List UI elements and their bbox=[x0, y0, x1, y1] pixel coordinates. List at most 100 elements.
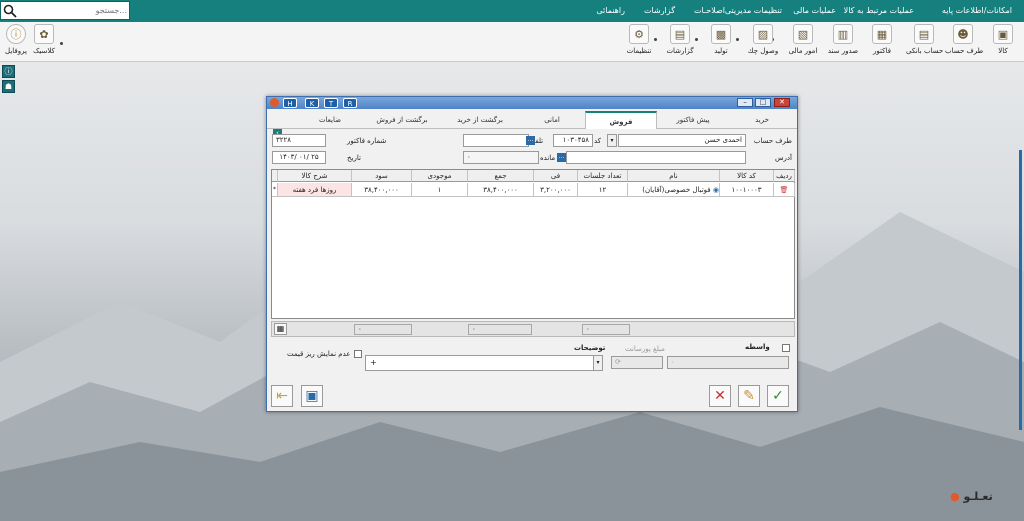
items-grid: ردیف کد کالا نام تعداد جلسات فی جمع موجو… bbox=[271, 169, 795, 319]
menu-management[interactable]: تنظیمات مدیریتی bbox=[725, 6, 782, 15]
intermediary-label: واسطه bbox=[745, 343, 770, 351]
account-dropdown-icon[interactable]: ▾ bbox=[607, 134, 617, 147]
invoice-number-label: شماره فاکتور bbox=[347, 137, 387, 145]
edit-icon[interactable]: ✎ bbox=[738, 385, 760, 407]
dropdown-dot[interactable] bbox=[60, 42, 63, 45]
tab-sales-return[interactable]: برگشت از فروش bbox=[363, 111, 441, 129]
tab-consignment[interactable]: امانی bbox=[519, 111, 585, 129]
invoice-number-field[interactable]: ۳۲۲۸ bbox=[272, 134, 326, 147]
cell-price[interactable]: ۳,۲۰۰,۰۰۰ bbox=[534, 183, 578, 197]
tab-sales[interactable]: فروش bbox=[585, 111, 657, 129]
toolbar-account[interactable]: ☻ طرف حساب bbox=[945, 24, 983, 55]
invoice-window: H K T R – □ ✕ ‹ خرید پیش فاکتور فروش اما… bbox=[266, 96, 798, 412]
col-stock[interactable]: موجودی bbox=[412, 170, 468, 182]
maximize-icon[interactable]: □ bbox=[755, 98, 771, 107]
info-side-icon[interactable]: ⓘ bbox=[2, 65, 15, 78]
toolbar-goods[interactable]: ▣ کالا bbox=[985, 24, 1021, 55]
col-price[interactable]: فی bbox=[534, 170, 578, 182]
toolbar-invoice[interactable]: ▦ فاکتور bbox=[864, 24, 900, 55]
exit-icon[interactable]: ⇤ bbox=[271, 385, 293, 407]
toolbar-settings[interactable]: ⚙ تنظیمات bbox=[621, 24, 657, 55]
menu-corrections[interactable]: اصلاحـات bbox=[694, 6, 725, 15]
right-scrollbar[interactable] bbox=[1019, 150, 1022, 430]
col-name[interactable]: نام bbox=[628, 170, 720, 182]
hide-price-label: عدم نمایش ریز قیمت bbox=[287, 350, 351, 358]
hotkey-t[interactable]: T bbox=[324, 98, 338, 108]
toolbar-reports[interactable]: ▤ گزارشات bbox=[662, 24, 698, 55]
cancel-button[interactable]: ✕ bbox=[709, 385, 731, 407]
search-input[interactable] bbox=[21, 3, 127, 18]
hotkey-k[interactable]: K bbox=[305, 98, 319, 108]
hotkey-r[interactable]: R bbox=[343, 98, 357, 108]
minimize-icon[interactable]: – bbox=[737, 98, 753, 107]
document-icon: ▥ bbox=[833, 24, 853, 44]
tab-proforma[interactable]: پیش فاکتور bbox=[657, 111, 729, 129]
toolbar-financial[interactable]: ▧ امور مالی bbox=[785, 24, 821, 55]
balance-label: مانده bbox=[540, 154, 556, 162]
cell-sessions[interactable]: ۱۲ bbox=[578, 183, 628, 197]
delete-row-icon[interactable]: 🗑 bbox=[774, 183, 795, 197]
phone-lookup-icon[interactable]: … bbox=[526, 136, 535, 145]
menu-base-info[interactable]: امکانات/اطلاعات پایه bbox=[942, 6, 1012, 15]
cell-description[interactable]: روزها فرد هفته bbox=[278, 183, 352, 197]
code-field[interactable]: ۱۰۳۰۴۵۸ bbox=[553, 134, 593, 147]
logo-mark-icon: ● bbox=[950, 490, 960, 503]
info-icon: ⓘ bbox=[6, 24, 26, 44]
grid-settings-icon[interactable]: ▦ bbox=[274, 323, 287, 335]
tab-purchase[interactable]: خرید bbox=[729, 111, 795, 129]
search-box[interactable] bbox=[0, 1, 130, 20]
col-sessions[interactable]: تعداد جلسات bbox=[578, 170, 628, 182]
cell-code[interactable]: ۱۰۰۱۰۰۰۳ bbox=[720, 183, 774, 197]
balance-field: ۰ bbox=[463, 151, 539, 164]
commission-label: مبلغ پورسانت bbox=[625, 345, 665, 353]
cell-stock[interactable]: ۱ bbox=[412, 183, 468, 197]
menu-financial[interactable]: عملیات مالی bbox=[793, 6, 836, 15]
confirm-button[interactable]: ✓ bbox=[767, 385, 789, 407]
total-profit: ۰ bbox=[354, 324, 412, 335]
tab-purchase-return[interactable]: برگشت از خرید bbox=[441, 111, 519, 129]
col-total[interactable]: جمع bbox=[468, 170, 534, 182]
cell-profit[interactable]: ۳۸,۴۰۰,۰۰۰ bbox=[352, 183, 412, 197]
window-titlebar[interactable]: H K T R – □ ✕ bbox=[267, 97, 797, 109]
view-icon[interactable]: ◉ bbox=[713, 186, 719, 194]
descriptions-field[interactable]: + bbox=[365, 355, 603, 371]
toolbar-production[interactable]: ▩ تولید bbox=[703, 24, 739, 55]
address-lookup-icon[interactable]: … bbox=[557, 153, 566, 162]
close-icon[interactable]: ✕ bbox=[774, 98, 790, 107]
menu-goods-ops[interactable]: عملیات مرتبط به کالا bbox=[844, 6, 914, 15]
refresh-icon[interactable]: ⟳ bbox=[615, 358, 621, 366]
toolbar-voucher[interactable]: ▥ صدور سند bbox=[825, 24, 861, 55]
commission-field: ⟳ bbox=[611, 356, 663, 369]
date-field[interactable]: ۱۴۰۳/ ۰۱/ ۲۵ bbox=[272, 151, 326, 164]
address-field[interactable] bbox=[566, 151, 746, 164]
person-icon: ☻ bbox=[953, 24, 973, 44]
toolbar-cheque[interactable]: ▨ وصول چك bbox=[745, 24, 781, 55]
account-name-field[interactable]: احمدی حسن bbox=[618, 134, 746, 147]
phone-field[interactable] bbox=[463, 134, 529, 147]
tab-waste[interactable]: ضایعات bbox=[297, 111, 363, 129]
descriptions-dropdown-icon[interactable]: ▾ bbox=[593, 355, 603, 371]
palette-icon: ✿ bbox=[34, 24, 54, 44]
cell-total[interactable]: ۳۸,۴۰۰,۰۰۰ bbox=[468, 183, 534, 197]
col-row[interactable]: ردیف bbox=[774, 170, 795, 182]
total-amount: ۰ bbox=[468, 324, 532, 335]
invoice-tabs: ‹ خرید پیش فاکتور فروش امانی برگشت از خر… bbox=[267, 111, 797, 138]
toolbar-profile[interactable]: ⓘ پروفایل bbox=[0, 24, 34, 55]
save-draft-icon[interactable]: ▣ bbox=[301, 385, 323, 407]
total-sessions: ۰ bbox=[582, 324, 630, 335]
hotkey-h[interactable]: H bbox=[283, 98, 297, 108]
hide-price-checkbox[interactable] bbox=[354, 350, 362, 358]
col-profit[interactable]: سود bbox=[352, 170, 412, 182]
col-description[interactable]: شرح کالا bbox=[278, 170, 352, 182]
toolbar-bank-account[interactable]: ▤ حساب بانکی bbox=[906, 24, 943, 55]
intermediary-checkbox[interactable] bbox=[782, 344, 790, 352]
menu-help[interactable]: راهنمائی bbox=[596, 6, 625, 15]
account-label: طرف حساب bbox=[753, 137, 792, 145]
user-side-icon[interactable]: ☗ bbox=[2, 80, 15, 93]
cell-name[interactable]: فوتبال خصوصی(آقایان) ◉ bbox=[628, 183, 720, 197]
menu-reports[interactable]: گزارشات bbox=[644, 6, 675, 15]
brand-logo: ● تعـلـو bbox=[950, 490, 993, 503]
search-icon[interactable] bbox=[3, 4, 17, 18]
box-icon: ▣ bbox=[993, 24, 1013, 44]
col-code[interactable]: کد کالا bbox=[720, 170, 774, 182]
